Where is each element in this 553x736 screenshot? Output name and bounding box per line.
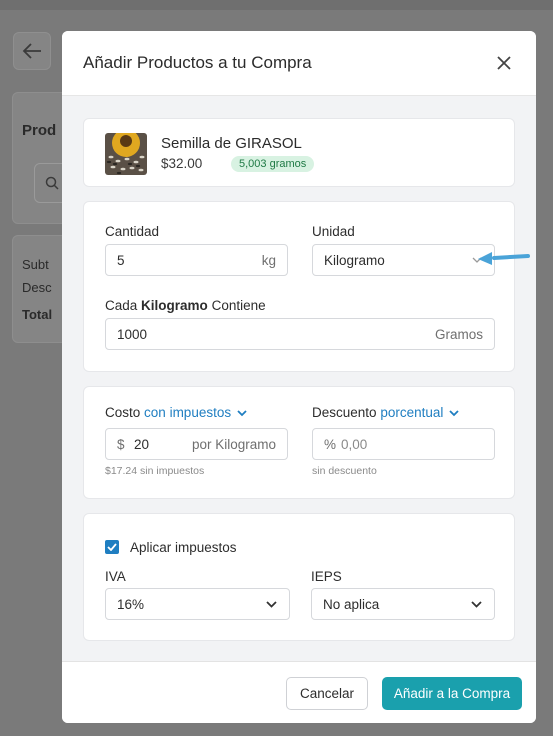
close-button[interactable]: [494, 53, 514, 73]
quantity-label: Cantidad: [105, 224, 160, 239]
apply-taxes-checkbox[interactable]: [105, 540, 119, 554]
product-price: $32.00: [161, 156, 203, 171]
discount-placeholder: 0,00: [341, 436, 368, 452]
iva-value: 16%: [117, 596, 145, 612]
iva-label: IVA: [105, 569, 126, 584]
quantity-unit-suffix: kg: [261, 252, 276, 268]
contains-label-suffix: Contiene: [211, 298, 266, 313]
discount-label: Descuento porcentual: [312, 405, 459, 420]
contains-label: Cada Kilogramo Contiene: [105, 298, 266, 313]
contains-label-prefix: Cada: [105, 298, 138, 313]
cost-input[interactable]: $ 20 por Kilogramo: [105, 428, 288, 460]
iva-select[interactable]: 16%: [105, 588, 290, 620]
apply-taxes-label: Aplicar impuestos: [130, 540, 237, 555]
contains-value: 1000: [117, 326, 148, 342]
unit-select[interactable]: Kilogramo: [312, 244, 495, 276]
chevron-down-icon: [237, 410, 247, 417]
cost-label: Costo con impuestos: [105, 405, 247, 420]
background-topbar: [0, 0, 553, 10]
discount-hint: sin descuento: [312, 465, 377, 477]
cost-mode-dropdown[interactable]: con impuestos: [144, 405, 247, 420]
cost-hint: $17.24 sin impuestos: [105, 465, 205, 477]
product-card: Semilla de GIRASOL $32.00 5,003 gramos: [83, 118, 515, 187]
taxes-card: Aplicar impuestos IVA 16% IEPS No aplica: [83, 513, 515, 641]
close-icon: [497, 56, 511, 70]
cost-label-text: Costo: [105, 405, 141, 420]
modal-header: Añadir Productos a tu Compra: [62, 31, 536, 96]
discount-label-text: Descuento: [312, 405, 377, 420]
quantity-value: 5: [117, 252, 125, 268]
summary-discount-label: Desc: [22, 280, 52, 295]
quantity-card: Cantidad 5 kg Unidad Kilogramo Cada Kilo…: [83, 201, 515, 372]
pointer-arrow-icon: [478, 252, 530, 265]
contains-suffix: Gramos: [434, 326, 483, 342]
currency-symbol: $: [117, 436, 125, 452]
discount-mode-text: porcentual: [380, 405, 444, 420]
contains-input[interactable]: 1000 Gramos: [105, 318, 495, 350]
back-button[interactable]: [13, 32, 51, 70]
quantity-input[interactable]: 5 kg: [105, 244, 288, 276]
unit-selected-value: Kilogramo: [324, 252, 385, 268]
cancel-button[interactable]: Cancelar: [286, 677, 368, 710]
check-icon: [107, 543, 117, 551]
percent-symbol: %: [324, 436, 337, 452]
back-arrow-icon: [22, 43, 41, 59]
ieps-label: IEPS: [311, 569, 342, 584]
chevron-down-icon: [471, 600, 494, 608]
discount-mode-dropdown[interactable]: porcentual: [380, 405, 459, 420]
chevron-down-icon: [449, 410, 459, 417]
search-icon: [45, 176, 59, 190]
summary-subtotal-label: Subt: [22, 257, 49, 272]
ieps-select[interactable]: No aplica: [311, 588, 495, 620]
discount-input[interactable]: % 0,00: [312, 428, 495, 460]
modal-footer: Cancelar Añadir a la Compra: [62, 661, 536, 723]
product-thumbnail: [105, 133, 147, 175]
cost-value: 20: [134, 436, 150, 452]
summary-total-label: Total: [22, 307, 53, 322]
unit-label: Unidad: [312, 224, 355, 239]
add-products-modal: Añadir Productos a tu Compra Semilla de …: [62, 31, 536, 723]
stock-badge: 5,003 gramos: [231, 156, 315, 172]
product-name: Semilla de GIRASOL: [161, 135, 302, 152]
cost-card: Costo con impuestos $ 20 por Kilogramo $…: [83, 386, 515, 499]
cost-per-unit: por Kilogramo: [191, 436, 276, 452]
ieps-value: No aplica: [323, 596, 380, 612]
contains-label-unit: Kilogramo: [141, 298, 208, 313]
chevron-down-icon: [266, 600, 289, 608]
modal-title: Añadir Productos a tu Compra: [83, 53, 312, 72]
background-card-title: Prod: [22, 122, 57, 139]
cost-mode-text: con impuestos: [144, 405, 232, 420]
add-to-purchase-button[interactable]: Añadir a la Compra: [382, 677, 522, 710]
